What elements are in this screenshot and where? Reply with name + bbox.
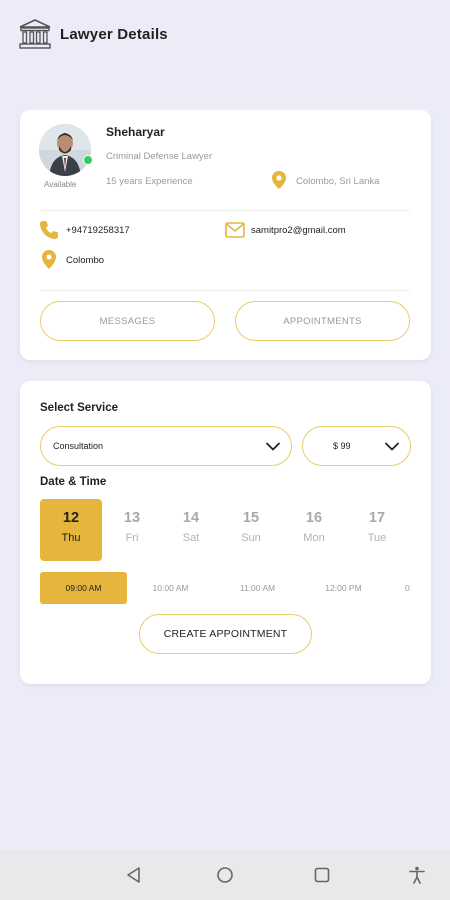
messages-button[interactable]: MESSAGES <box>40 301 215 341</box>
location-pin-icon <box>272 171 286 189</box>
date-weekday: Sat <box>182 532 200 544</box>
time-slot[interactable]: 10:00 AM <box>127 572 214 604</box>
divider <box>40 290 410 291</box>
page-title: Lawyer Details <box>60 26 168 43</box>
booking-card: Select Service Consultation $ 99 Date & … <box>20 381 431 684</box>
date-option[interactable]: 16 Mon <box>283 499 345 561</box>
date-time-label: Date & Time <box>40 476 107 488</box>
date-option[interactable]: 14 Sat <box>160 499 222 561</box>
divider <box>40 210 410 211</box>
date-option[interactable]: 15 Sun <box>220 499 282 561</box>
back-icon[interactable] <box>125 866 143 884</box>
courthouse-icon <box>19 19 51 49</box>
location-pin-icon <box>42 250 56 269</box>
date-weekday: Tue <box>367 532 387 544</box>
home-icon[interactable] <box>216 866 234 884</box>
chevron-down-icon <box>265 442 281 451</box>
select-service-label: Select Service <box>40 402 119 414</box>
appointments-button[interactable]: APPOINTMENTS <box>235 301 410 341</box>
price-dropdown[interactable]: $ 99 <box>302 426 411 466</box>
time-slot[interactable]: 09:00 AM <box>40 572 127 604</box>
time-slot[interactable]: 01:00 PM <box>387 572 411 604</box>
mail-icon <box>225 222 245 238</box>
date-option[interactable]: 17 Tue <box>346 499 408 561</box>
date-weekday: Thu <box>61 532 81 544</box>
date-weekday: Fri <box>125 532 139 544</box>
date-day: 17 <box>368 510 386 526</box>
date-selector: 12 Thu 13 Fri 14 Sat 15 Sun 16 Mon 17 Tu… <box>40 499 410 561</box>
system-navigation-bar <box>0 850 450 900</box>
time-slot[interactable]: 11:00 AM <box>214 572 301 604</box>
date-weekday: Mon <box>303 532 325 544</box>
time-slot[interactable]: 12:00 PM <box>300 572 387 604</box>
date-weekday: Sun <box>241 532 261 544</box>
date-day: 13 <box>123 510 141 526</box>
date-option[interactable]: 13 Fri <box>101 499 163 561</box>
recents-icon[interactable] <box>313 866 331 884</box>
lawyer-name: Sheharyar <box>106 125 165 139</box>
lawyer-city: Colombo <box>66 255 105 266</box>
date-day: 15 <box>242 510 260 526</box>
availability-label: Available <box>44 180 77 189</box>
price-selected-value: $ 99 <box>333 441 351 451</box>
email-address[interactable]: samitpro2@gmail.com <box>251 225 346 236</box>
date-day: 16 <box>305 510 323 526</box>
phone-number[interactable]: +94719258317 <box>66 225 130 236</box>
phone-icon <box>40 221 58 239</box>
lawyer-specialty: Criminal Defense Lawyer <box>106 151 213 162</box>
lawyer-location: Colombo, Sri Lanka <box>296 176 380 187</box>
online-status-dot <box>83 155 93 165</box>
accessibility-icon[interactable] <box>408 866 426 884</box>
date-day: 12 <box>62 510 80 526</box>
app-header: Lawyer Details <box>0 0 450 70</box>
service-selected-value: Consultation <box>53 441 104 451</box>
chevron-down-icon <box>384 442 400 451</box>
date-option[interactable]: 12 Thu <box>40 499 102 561</box>
lawyer-profile-card: Available Sheharyar Criminal Defense Law… <box>20 110 431 360</box>
time-selector: 09:00 AM 10:00 AM 11:00 AM 12:00 PM 01:0… <box>40 572 411 604</box>
lawyer-experience: 15 years Experience <box>106 176 193 187</box>
avatar <box>39 124 91 176</box>
date-day: 14 <box>182 510 200 526</box>
create-appointment-button[interactable]: CREATE APPOINTMENT <box>139 614 312 654</box>
service-dropdown[interactable]: Consultation <box>40 426 292 466</box>
